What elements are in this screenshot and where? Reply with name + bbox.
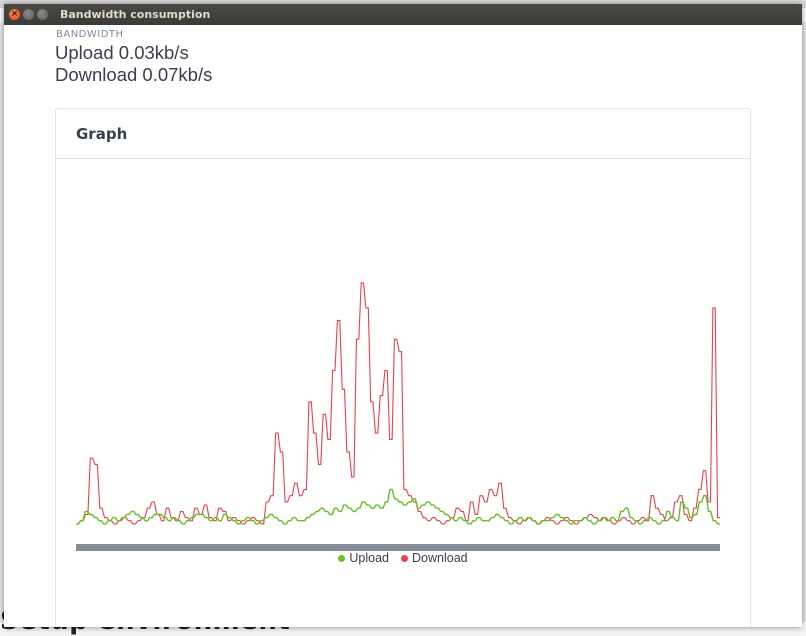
upload-rate: Upload 0.03kb/s [55, 42, 189, 63]
bandwidth-dialog: × Bandwidth consumption BANDWIDTH Upload… [4, 4, 802, 627]
background-right-edge [802, 22, 806, 622]
legend-upload-swatch [338, 554, 346, 562]
legend-download[interactable]: Download [401, 551, 468, 565]
graph-card: Graph Upload Download [55, 108, 751, 627]
minimize-button[interactable] [23, 9, 34, 20]
series-line-upload [76, 488, 720, 525]
legend-download-swatch [401, 554, 409, 562]
bandwidth-chart [76, 282, 720, 551]
bandwidth-kicker: BANDWIDTH [56, 29, 124, 40]
close-button[interactable]: × [9, 9, 20, 20]
series-line-download [76, 282, 720, 525]
range-scrollbar[interactable] [76, 544, 720, 551]
titlebar[interactable]: × Bandwidth consumption [4, 4, 802, 25]
window-title: Bandwidth consumption [60, 8, 211, 21]
legend-download-label: Download [412, 551, 468, 565]
legend-upload-label: Upload [349, 551, 390, 565]
maximize-button[interactable] [37, 9, 48, 20]
close-icon: × [10, 9, 19, 19]
chart-legend: Upload Download [56, 551, 750, 565]
legend-upload[interactable]: Upload [338, 551, 389, 565]
download-rate: Download 0.07kb/s [55, 64, 213, 85]
window-controls: × [9, 9, 48, 20]
graph-card-title: Graph [56, 109, 750, 159]
